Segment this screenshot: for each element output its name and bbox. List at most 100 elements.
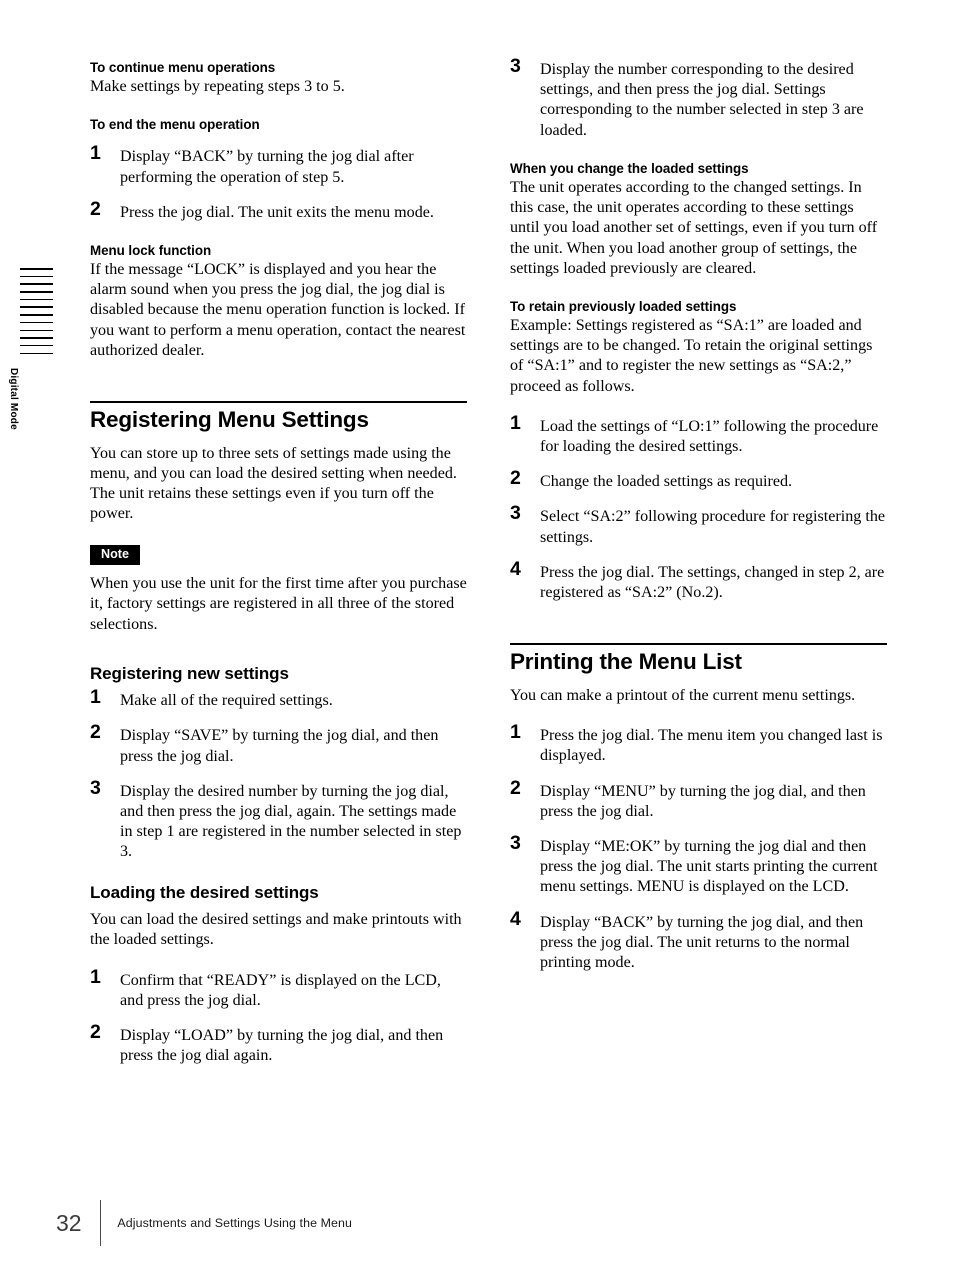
step-text: Display the number corresponding to the … (540, 61, 864, 139)
step-number: 1 (510, 411, 521, 434)
step-item: 2 Change the loaded settings as required… (510, 467, 887, 492)
step-item: 1 Load the settings of “LO:1” following … (510, 411, 887, 457)
side-tab-label: Digital Mode (8, 368, 19, 430)
step-number: 1 (510, 721, 521, 744)
side-tab-stripe (20, 337, 53, 339)
step-number: 3 (510, 831, 521, 854)
section-rule (90, 401, 467, 404)
paragraph-printing-intro: You can make a printout of the current m… (510, 686, 856, 704)
heading-to-retain-previously-loaded-settings: To retain previously loaded settings (510, 298, 737, 314)
step-number: 4 (510, 557, 521, 580)
paragraph-continue: Make settings by repeating steps 3 to 5. (90, 78, 345, 96)
side-tab-stripe (20, 352, 53, 355)
step-item: 4 Display “BACK” by turning the jog dial… (510, 907, 887, 974)
step-item: 4 Press the jog dial. The settings, chan… (510, 557, 887, 603)
side-tab-stripe (20, 306, 53, 309)
step-text: Confirm that “READY” is displayed on the… (120, 971, 441, 1009)
step-item: 2 Display “SAVE” by turning the jog dial… (90, 721, 467, 766)
step-text: Display “LOAD” by turning the jog dial, … (120, 1027, 444, 1065)
step-number: 3 (90, 776, 101, 799)
side-tab-marker (20, 268, 53, 360)
paragraph-note: When you use the unit for the first time… (90, 575, 467, 633)
paragraph-change-loaded-settings: The unit operates according to the chang… (510, 178, 878, 277)
step-text: Display the desired number by turning th… (120, 782, 462, 861)
steps-registering-new-settings: 1 Make all of the required settings. 2 D… (90, 688, 467, 863)
side-tab-stripe (20, 329, 53, 332)
step-text: Change the loaded settings as required. (540, 473, 793, 491)
steps-loading-desired-settings: 1 Confirm that “READY” is displayed on t… (90, 965, 467, 1067)
step-text: Display “BACK” by turning the jog dial, … (540, 913, 864, 971)
heading-menu-lock-function: Menu lock function (90, 242, 212, 258)
side-tab-stripe (20, 283, 53, 285)
step-text: Display “MENU” by turning the jog dial, … (540, 782, 866, 820)
step-number: 1 (90, 142, 101, 165)
step-text: Display “SAVE” by turning the jog dial, … (120, 727, 439, 765)
footer-text: Adjustments and Settings Using the Menu (117, 1216, 353, 1230)
sub-heading-loading-the-desired-settings: Loading the desired settings (90, 882, 319, 902)
step-item: 1 Display “BACK” by turning the jog dial… (90, 142, 467, 187)
step-item: 2 Display “LOAD” by turning the jog dial… (90, 1021, 467, 1066)
side-tab-stripe (20, 344, 53, 347)
step-number: 3 (510, 55, 521, 77)
step-number: 4 (510, 907, 521, 930)
step-item: 2 Display “MENU” by turning the jog dial… (510, 776, 887, 822)
step-item: 2 Press the jog dial. The unit exits the… (90, 197, 467, 223)
left-column: To continue menu operations Make setting… (90, 60, 467, 1066)
step-number: 2 (90, 721, 101, 744)
paragraph-loading-intro: You can load the desired settings and ma… (90, 911, 462, 949)
step-number: 1 (90, 965, 101, 988)
side-tab-stripe (20, 298, 53, 301)
step-item: 3 Select “SA:2” following procedure for … (510, 502, 887, 547)
step-number: 3 (510, 502, 521, 525)
step-text: Load the settings of “LO:1” following th… (540, 417, 879, 455)
paragraph-retain-settings: Example: Settings registered as “SA:1” a… (510, 316, 873, 395)
steps-end-menu-operation: 1 Display “BACK” by turning the jog dial… (90, 142, 467, 223)
step-item: 1 Make all of the required settings. (90, 688, 467, 711)
section-title-printing-the-menu-list: Printing the Menu List (510, 649, 742, 675)
side-tab-stripe (20, 314, 53, 316)
step-text: Press the jog dial. The settings, change… (540, 563, 885, 602)
step-item: 3 Display “ME:OK” by turning the jog dia… (510, 831, 887, 898)
side-tab-stripe (20, 291, 53, 293)
side-tab-stripe (20, 268, 53, 270)
step-text: Select “SA:2” following procedure for re… (540, 508, 886, 546)
step-text: Press the jog dial. The unit exits the m… (120, 203, 434, 221)
side-tab-stripe (20, 321, 53, 324)
step-item: 1 Confirm that “READY” is displayed on t… (90, 965, 467, 1011)
heading-when-you-change-loaded-settings: When you change the loaded settings (510, 160, 749, 176)
steps-retain-settings: 1 Load the settings of “LO:1” following … (510, 411, 887, 603)
paragraph-menu-lock: If the message “LOCK” is displayed and y… (90, 261, 466, 359)
heading-to-end-the-menu-operation: To end the menu operation (90, 117, 260, 133)
page-number: 32 (56, 1209, 82, 1236)
step-number: 2 (90, 197, 101, 220)
step-number: 2 (510, 776, 521, 799)
step-number: 2 (510, 467, 521, 490)
section-rule (510, 643, 887, 646)
page-footer: 32 Adjustments and Settings Using the Me… (56, 1200, 352, 1246)
step-item: 3 Display the number corresponding to th… (510, 55, 887, 141)
steps-printing-menu-list: 1 Press the jog dial. The menu item you … (510, 721, 887, 974)
footer-divider (100, 1200, 102, 1246)
step-text: Press the jog dial. The menu item you ch… (540, 727, 883, 765)
step-text: Display “ME:OK” by turning the jog dial … (540, 837, 878, 896)
step-text: Display “BACK” by turning the jog dial a… (120, 148, 414, 186)
paragraph-registering-intro: You can store up to three sets of settin… (90, 444, 457, 523)
right-column: 3 Display the number corresponding to th… (510, 55, 887, 974)
step-number: 2 (90, 1021, 101, 1044)
step-item: 3 Display the desired number by turning … (90, 776, 467, 863)
sub-heading-registering-new-settings: Registering new settings (90, 663, 289, 683)
step-text: Make all of the required settings. (120, 692, 333, 710)
